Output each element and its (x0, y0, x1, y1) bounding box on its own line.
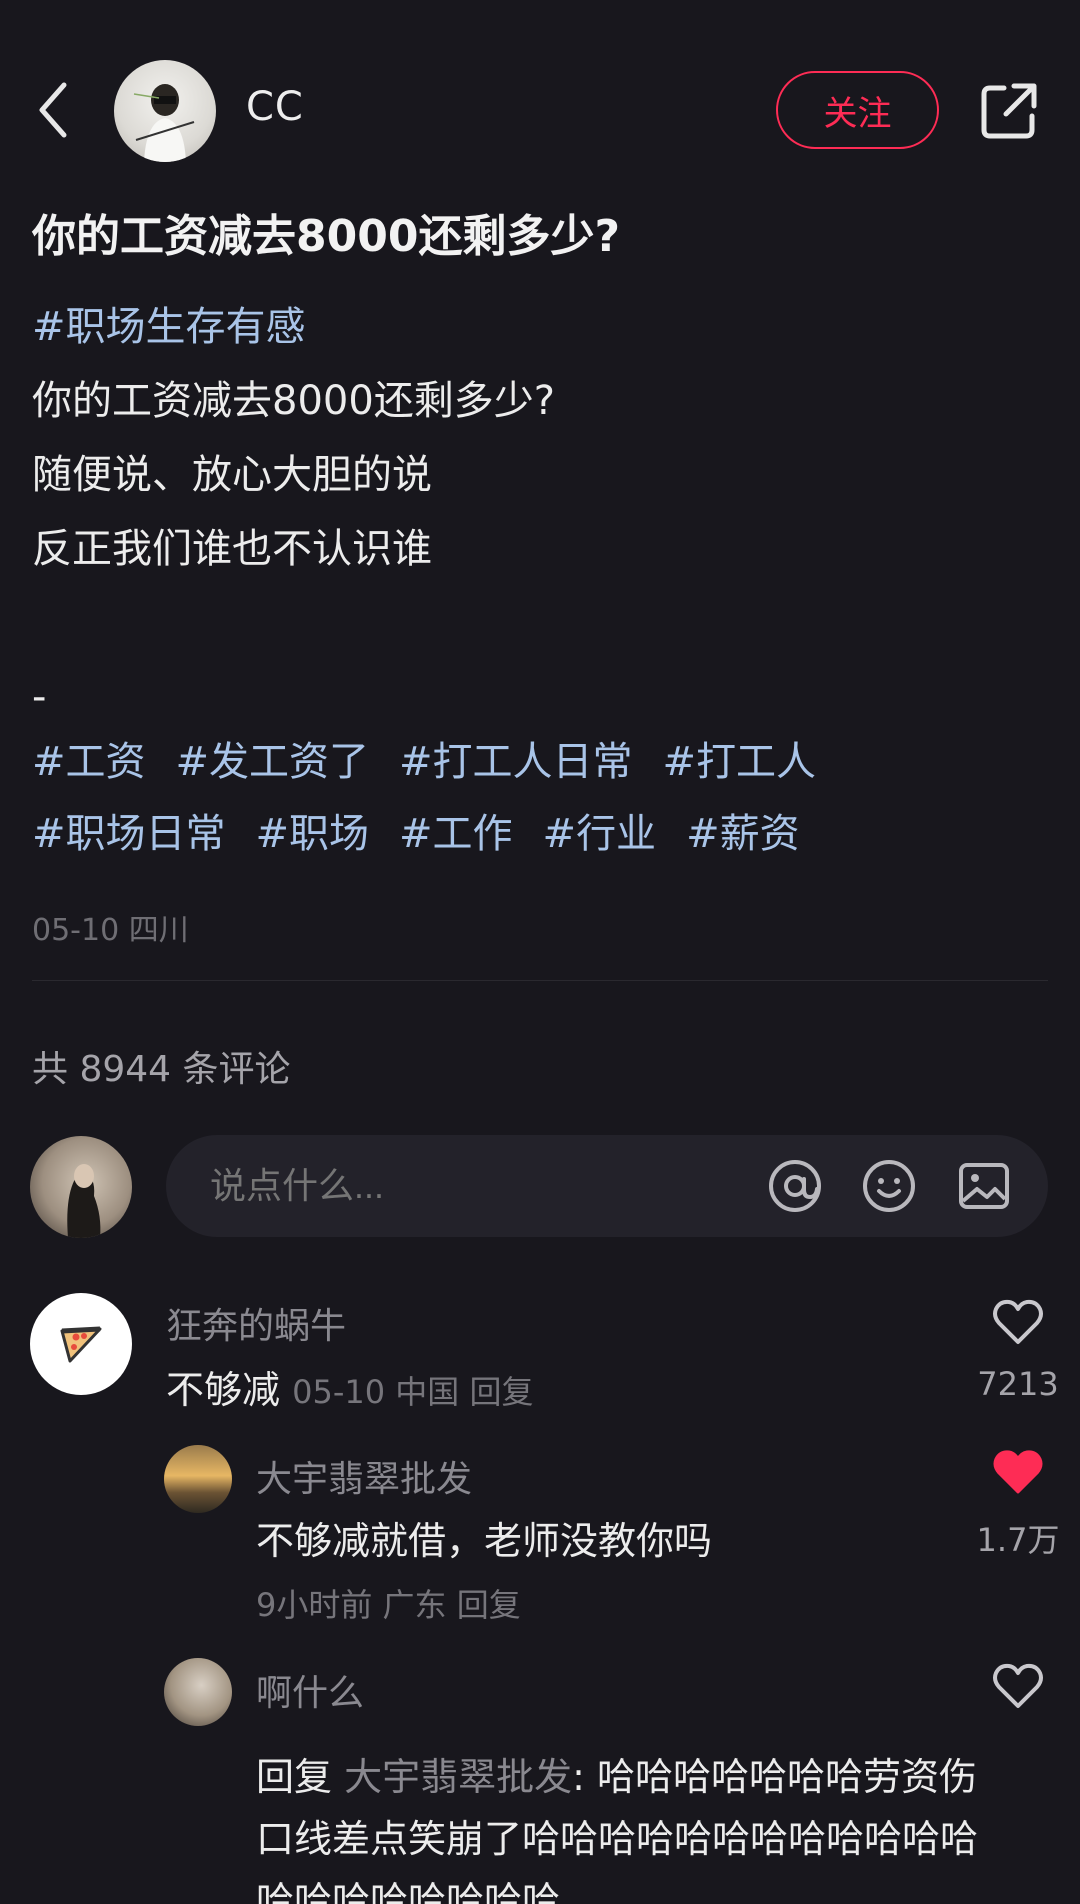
heart-outline-icon[interactable] (991, 1297, 1045, 1347)
tag-link[interactable]: #发工资了 (176, 739, 370, 785)
tag-link[interactable]: #薪资 (686, 811, 800, 857)
post-tags: #工资 #发工资了 #打工人日常 #打工人 #职场日常 #职场 #工作 #行业 #薪资 (32, 726, 1052, 870)
reply-target-name[interactable]: 大宇翡翠批发 (344, 1755, 572, 1799)
tag-link[interactable]: #职场日常 (32, 811, 226, 857)
post-line: - (32, 674, 47, 720)
post-body: #职场生存有感 你的工资减去8000还剩多少? 随便说、放心大胆的说 反正我们谁… (32, 290, 1052, 734)
post-line: 随便说、放心大胆的说 (32, 452, 432, 498)
tag-link[interactable]: #打工人日常 (399, 739, 633, 785)
author-avatar[interactable] (114, 60, 216, 162)
reply-text: 回复 大宇翡翠批发: 哈哈哈哈哈哈哈劳资伤口线差点笑崩了哈哈哈哈哈哈哈哈哈哈哈哈… (256, 1746, 996, 1904)
reply-text: 不够减就借，老师没教你吗 (256, 1519, 713, 1563)
my-avatar (30, 1136, 132, 1238)
commenter-avatar[interactable] (30, 1293, 132, 1395)
post-line: 你的工资减去8000还剩多少? (32, 378, 556, 424)
at-icon[interactable] (766, 1157, 824, 1215)
image-icon[interactable] (955, 1157, 1013, 1215)
author-name[interactable]: CC (246, 84, 304, 130)
comment-text: 不够减 05-10 中国 回复 (166, 1359, 533, 1414)
comment-body: 不够减 (166, 1368, 281, 1412)
reply-avatar[interactable] (164, 1658, 232, 1726)
divider (32, 980, 1048, 981)
post-title: 你的工资减去8000还剩多少? (32, 211, 620, 262)
like-count: 1.7万 (976, 1521, 1060, 1559)
post-line: 反正我们谁也不认识谁 (32, 526, 432, 572)
back-button[interactable] (30, 80, 76, 140)
post-line (32, 586, 1052, 660)
author-avatar-image (133, 84, 195, 162)
tag-link[interactable]: #职场 (256, 811, 370, 857)
pizza-icon (60, 1326, 102, 1363)
share-icon (981, 83, 1037, 139)
post-date-location: 05-10 四川 (32, 913, 189, 948)
tag-link[interactable]: #工作 (399, 811, 513, 857)
comment-meta[interactable]: 05-10 中国 回复 (292, 1373, 533, 1411)
my-avatar-image (67, 1164, 101, 1238)
reply-prefix: 回复 (256, 1755, 345, 1799)
reply-author-name[interactable]: 大宇翡翠批发 (256, 1450, 472, 1502)
commenter-name[interactable]: 狂奔的蜗牛 (166, 1297, 346, 1349)
reply-meta[interactable]: 9小时前 广东 回复 (256, 1580, 521, 1626)
heart-outline-icon[interactable] (991, 1661, 1045, 1711)
follow-button[interactable]: 关注 (776, 71, 939, 149)
comment-input[interactable] (210, 1165, 710, 1207)
reply-author-name[interactable]: 啊什么 (256, 1664, 364, 1716)
tag-link[interactable]: #工资 (32, 739, 146, 785)
share-button[interactable] (978, 80, 1040, 142)
tag-link[interactable]: #行业 (543, 811, 657, 857)
comment-count: 共 8944 条评论 (32, 1049, 291, 1090)
like-count: 7213 (977, 1365, 1059, 1403)
back-icon (39, 82, 67, 138)
heart-filled-icon[interactable] (991, 1447, 1045, 1497)
reply-avatar[interactable] (164, 1445, 232, 1513)
post-topic-link[interactable]: #职场生存有感 (32, 304, 306, 350)
emoji-icon[interactable] (860, 1157, 918, 1215)
tag-link[interactable]: #打工人 (663, 739, 817, 785)
